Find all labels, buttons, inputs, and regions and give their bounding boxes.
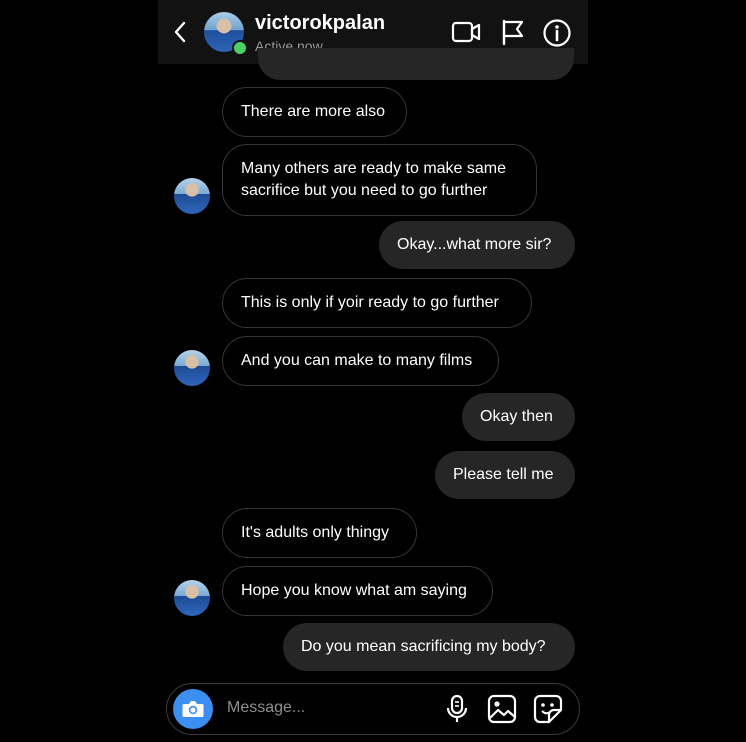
message-text-line: sacrifice but you need to go further <box>241 182 488 199</box>
sender-avatar[interactable] <box>174 580 210 616</box>
microphone-icon[interactable] <box>444 694 470 724</box>
message-text-line: Many others are ready to make same <box>241 160 507 177</box>
gallery-icon[interactable] <box>487 694 517 724</box>
message-text: Please tell me <box>453 466 554 483</box>
previous-message-bubble <box>258 48 574 80</box>
message-bubble-outgoing: Okay then <box>462 393 575 441</box>
message-bubble-incoming: There are more also <box>222 87 407 137</box>
camera-button[interactable] <box>173 689 213 729</box>
message-bubble-incoming: And you can make to many films <box>222 336 499 386</box>
message-bubble-incoming: This is only if yoir ready to go further <box>222 278 532 328</box>
message-bubble-incoming: It's adults only thingy <box>222 508 417 558</box>
message-text: And you can make to many films <box>241 352 473 369</box>
message-text: Okay then <box>480 408 553 425</box>
message-input[interactable]: Message... <box>227 699 305 717</box>
message-bubble-outgoing: Do you mean sacrificing my body? <box>283 623 575 671</box>
message-text: Hope you know what am saying <box>241 582 467 599</box>
sender-avatar[interactable] <box>174 350 210 386</box>
info-icon[interactable] <box>542 18 572 48</box>
sender-avatar[interactable] <box>174 178 210 214</box>
message-text: There are more also <box>241 103 386 120</box>
chat-username[interactable]: victorokpalan <box>255 12 385 35</box>
message-text: It's adults only thingy <box>241 524 390 541</box>
sticker-icon[interactable] <box>533 694 563 724</box>
message-text: This is only if yoir ready to go further <box>241 294 499 311</box>
message-text: Do you mean sacrificing my body? <box>301 638 546 655</box>
back-chevron-icon[interactable] <box>172 20 188 44</box>
message-bubble-outgoing: Okay...what more sir? <box>379 221 575 269</box>
message-bubble-incoming: Hope you know what am saying <box>222 566 493 616</box>
video-call-icon[interactable] <box>451 18 481 46</box>
camera-icon <box>182 701 204 717</box>
online-status-dot <box>232 40 248 56</box>
message-bubble-incoming: Many others are ready to make same sacri… <box>222 144 537 216</box>
flag-icon[interactable] <box>500 18 526 46</box>
message-bubble-outgoing: Please tell me <box>435 451 575 499</box>
message-composer[interactable]: Message... <box>166 683 580 735</box>
message-text: Okay...what more sir? <box>397 236 552 253</box>
